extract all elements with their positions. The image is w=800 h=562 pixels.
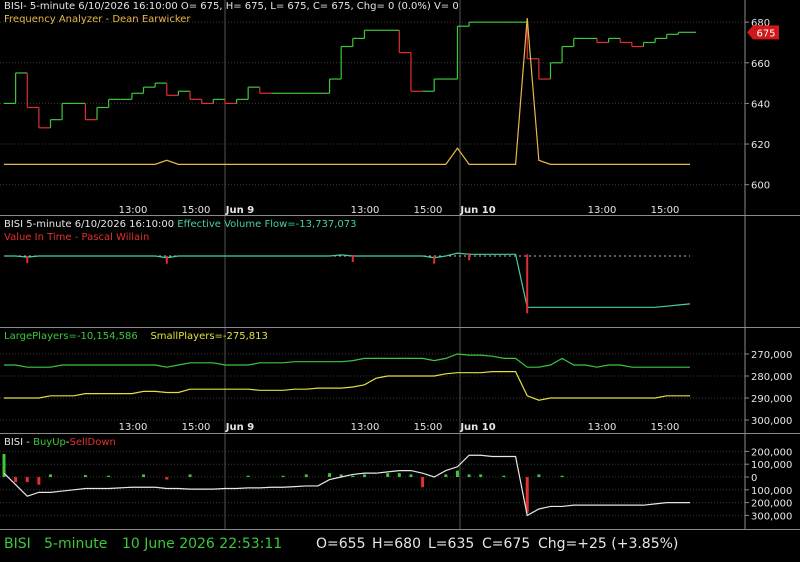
time-tick-label: 13:00	[119, 422, 148, 433]
buysell-bar	[83, 475, 87, 477]
time-tick-label: 15:00	[651, 205, 680, 216]
buyup-label: BuyUp	[33, 437, 66, 448]
buysell-bar	[351, 475, 355, 477]
y-tick-label: 200,000	[751, 499, 792, 510]
pane4-prefix: BISI -	[4, 437, 34, 448]
trading-chart-window: 600 620 640 660 680 13:00 15:00 Jun 9 13:00 15:00…	[0, 0, 800, 562]
time-tick-label: Jun 10	[459, 422, 495, 433]
y-tick-label: 300,000	[751, 416, 792, 427]
time-tick-label: Jun 9	[225, 205, 254, 216]
buyup-selldown-plot[interactable]: 200,000100,0000100,000200,000300,000	[0, 434, 800, 530]
buysell-bar	[281, 475, 285, 477]
buysell-bar	[49, 474, 53, 477]
status-high: H=680	[372, 536, 421, 552]
buysell-bar	[502, 475, 506, 477]
time-tick-label: 15:00	[182, 205, 211, 216]
indicator-name: Frequency Analyzer - Dean Earwicker	[4, 14, 191, 25]
status-interval: 5-minute	[44, 536, 108, 552]
players-header: LargePlayers=-10,154,586 SmallPlayers=-2…	[4, 331, 268, 342]
y-tick-label: 100,000	[751, 460, 792, 471]
time-tick-label: 15:00	[414, 205, 443, 216]
buyup-selldown-header: BISI - BuyUp-SellDown	[4, 437, 116, 448]
volume-flow-pane[interactable]: BISI 5-minute 6/10/2026 16:10:00 Effecti…	[0, 216, 800, 328]
y-tick-label: 660	[751, 59, 770, 70]
buysell-bar	[304, 474, 308, 477]
buysell-bar	[25, 477, 29, 483]
y-tick-label: 290,000	[751, 394, 792, 405]
time-tick-label: 13:00	[351, 205, 380, 216]
y-tick-label: 200,000	[751, 447, 792, 458]
y-tick-label: 600	[751, 181, 770, 192]
players-plot[interactable]: 270,000 280,000 290,000 300,000 13:00 15:00 Ju…	[0, 328, 800, 434]
buysell-bar	[397, 473, 401, 477]
large-players-line	[4, 353, 690, 368]
buysell-bar	[328, 473, 332, 477]
price-header: BISI- 5-minute 6/10/2026 16:10:00 O= 675…	[4, 1, 459, 12]
frequency-analyzer-line	[4, 18, 690, 165]
price-pane[interactable]: 600 620 640 660 680 13:00 15:00 Jun 9 13:00 15:00…	[0, 0, 800, 216]
time-tick-label: 15:00	[414, 422, 443, 433]
buysell-bar	[537, 474, 541, 477]
y-tick-label: 280,000	[751, 372, 792, 383]
time-tick-label: Jun 9	[225, 422, 254, 433]
buysell-bar	[188, 474, 192, 477]
time-tick-label: Jun 10	[459, 205, 495, 216]
time-tick-label: 15:00	[651, 422, 680, 433]
status-low: L=635	[428, 536, 475, 552]
y-tick-label: 640	[751, 99, 770, 110]
time-tick-label: 13:00	[119, 205, 148, 216]
price-plot[interactable]: 60062064066068013:00 15:00 Jun 9 13:00 15:00…	[0, 0, 800, 216]
buysell-bar	[479, 474, 483, 477]
time-tick-label: 13:00	[588, 422, 617, 433]
buysell-bar	[455, 470, 459, 477]
buysell-bar	[409, 474, 413, 477]
value-in-time-label: Value In Time - Pascal Willain	[4, 232, 150, 243]
buysell-bar	[165, 477, 169, 480]
time-tick-label: 13:00	[351, 422, 380, 433]
buysell-bar	[421, 477, 425, 488]
buysell-bar	[467, 474, 471, 477]
volume-flow-header: BISI 5-minute 6/10/2026 16:10:00 Effecti…	[4, 219, 357, 230]
last-price-badge-text: 675	[756, 28, 775, 39]
effective-volume-flow-line	[4, 252, 691, 308]
buysell-bar	[386, 473, 390, 477]
buysell-bar	[37, 477, 41, 485]
buysell-bar	[246, 475, 250, 477]
effective-volume-flow-label: Effective Volume Flow=-13,737,073	[177, 219, 357, 230]
time-tick-label: 13:00	[588, 205, 617, 216]
buysell-bar	[444, 474, 448, 477]
y-tick-label: 100,000	[751, 486, 792, 497]
buysell-bar	[14, 477, 18, 483]
buyup-selldown-pane[interactable]: 200,000 100,000 0 100,000 200,000 300,000 BIS…	[0, 434, 800, 530]
status-symbol: BISI	[4, 536, 31, 552]
y-tick-label: 270,000	[751, 350, 792, 361]
large-players-label: LargePlayers=-10,154,586	[4, 331, 138, 342]
status-change: Chg=+25 (+3.85%)	[538, 536, 679, 552]
buysell-bar	[107, 475, 111, 477]
buysell-line	[3, 454, 690, 517]
status-bar: BISI 5-minute 10 June 2026 22:53:11 O=65…	[0, 533, 800, 557]
buysell-bar	[142, 474, 146, 477]
status-datetime: 10 June 2026 22:53:11	[122, 536, 283, 552]
status-open: O=655	[316, 536, 366, 552]
y-tick-label: 300,000	[751, 511, 792, 522]
time-tick-label: 15:00	[182, 422, 211, 433]
buysell-bar	[362, 474, 366, 477]
players-pane[interactable]: 270,000 280,000 290,000 300,000 13:00 15:00 Ju…	[0, 328, 800, 434]
y-tick-label: 0	[751, 473, 757, 484]
status-close: C=675	[482, 536, 531, 552]
small-players-label: SmallPlayers=-275,813	[150, 331, 268, 342]
buysell-bar	[560, 475, 564, 477]
y-tick-label: 620	[751, 140, 770, 151]
pane2-title: BISI 5-minute 6/10/2026 16:10:00	[4, 219, 175, 230]
selldown-label: SellDown	[69, 437, 116, 448]
small-players-line	[4, 371, 690, 401]
